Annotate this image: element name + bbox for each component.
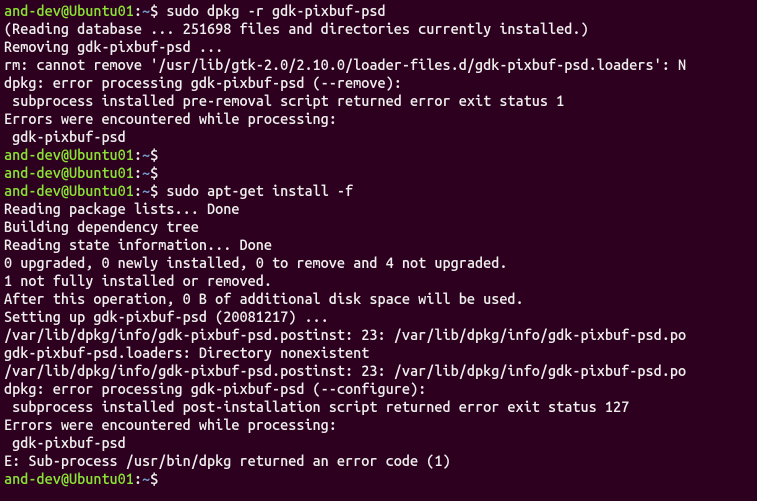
output-line: gdk-pixbuf-psd.loaders: Directory nonexi… <box>4 344 753 362</box>
output-line: Errors were encountered while processing… <box>4 110 753 128</box>
prompt-path: ~ <box>142 146 150 163</box>
terminal-output[interactable]: and-dev@Ubuntu01:~$ sudo dpkg -r gdk-pix… <box>4 2 753 488</box>
prompt-line: and-dev@Ubuntu01:~$ <box>4 164 753 182</box>
output-line: Errors were encountered while processing… <box>4 416 753 434</box>
output-line: dpkg: error processing gdk-pixbuf-psd (-… <box>4 74 753 92</box>
output-line: gdk-pixbuf-psd <box>4 434 753 452</box>
command-text <box>158 470 166 487</box>
output-line: 1 not fully installed or removed. <box>4 272 753 290</box>
prompt-sep: : <box>134 470 142 487</box>
prompt-sep: : <box>134 164 142 181</box>
prompt-line: and-dev@Ubuntu01:~$ sudo apt-get install… <box>4 182 753 200</box>
prompt-path: ~ <box>142 2 150 19</box>
command-text: sudo dpkg -r gdk-pixbuf-psd <box>158 2 385 19</box>
output-line: 0 upgraded, 0 newly installed, 0 to remo… <box>4 254 753 272</box>
output-line: Reading package lists... Done <box>4 200 753 218</box>
output-line: Removing gdk-pixbuf-psd ... <box>4 38 753 56</box>
output-line: /var/lib/dpkg/info/gdk-pixbuf-psd.postin… <box>4 362 753 380</box>
command-text <box>158 164 166 181</box>
output-line: /var/lib/dpkg/info/gdk-pixbuf-psd.postin… <box>4 326 753 344</box>
prompt-user-host: and-dev@Ubuntu01 <box>4 2 134 19</box>
prompt-sep: : <box>134 146 142 163</box>
prompt-line: and-dev@Ubuntu01:~$ <box>4 146 753 164</box>
output-line: subprocess installed post-installation s… <box>4 398 753 416</box>
command-text <box>158 146 166 163</box>
output-line: rm: cannot remove '/usr/lib/gtk-2.0/2.10… <box>4 56 753 74</box>
output-line: dpkg: error processing gdk-pixbuf-psd (-… <box>4 380 753 398</box>
prompt-line: and-dev@Ubuntu01:~$ sudo dpkg -r gdk-pix… <box>4 2 753 20</box>
output-line: (Reading database ... 251698 files and d… <box>4 20 753 38</box>
prompt-user-host: and-dev@Ubuntu01 <box>4 146 134 163</box>
prompt-path: ~ <box>142 470 150 487</box>
output-line: gdk-pixbuf-psd <box>4 128 753 146</box>
command-text: sudo apt-get install -f <box>158 182 353 199</box>
output-line: subprocess installed pre-removal script … <box>4 92 753 110</box>
prompt-path: ~ <box>142 164 150 181</box>
output-line: After this operation, 0 B of additional … <box>4 290 753 308</box>
output-line: E: Sub-process /usr/bin/dpkg returned an… <box>4 452 753 470</box>
prompt-path: ~ <box>142 182 150 199</box>
output-line: Building dependency tree <box>4 218 753 236</box>
prompt-user-host: and-dev@Ubuntu01 <box>4 182 134 199</box>
prompt-sep: : <box>134 182 142 199</box>
output-line: Setting up gdk-pixbuf-psd (20081217) ... <box>4 308 753 326</box>
prompt-sep: : <box>134 2 142 19</box>
prompt-user-host: and-dev@Ubuntu01 <box>4 470 134 487</box>
prompt-user-host: and-dev@Ubuntu01 <box>4 164 134 181</box>
prompt-line: and-dev@Ubuntu01:~$ <box>4 470 753 488</box>
output-line: Reading state information... Done <box>4 236 753 254</box>
